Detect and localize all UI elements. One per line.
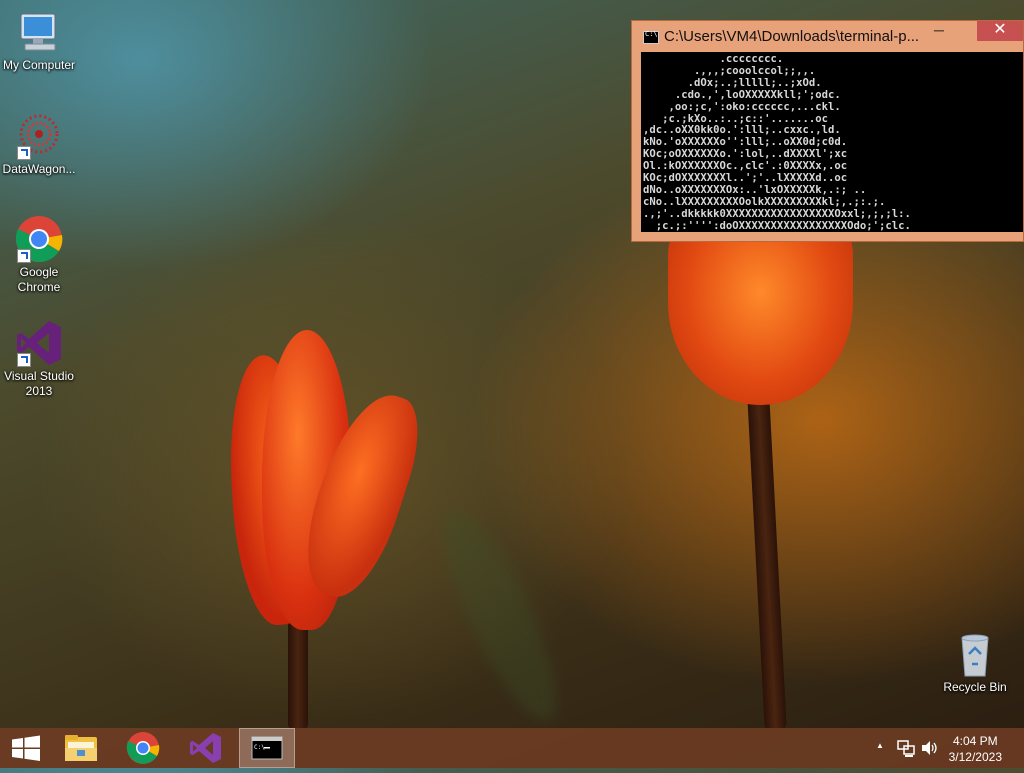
file-explorer-taskbar-button[interactable]	[53, 728, 109, 768]
network-tray-icon[interactable]	[895, 728, 917, 768]
taskbar-clock[interactable]: 4:04 PM 3/12/2023	[949, 733, 1002, 765]
recycle-bin-shortcut[interactable]: Recycle Bin	[936, 630, 1014, 695]
chrome-icon	[126, 732, 160, 764]
recycle-bin-icon	[951, 630, 999, 678]
wallpaper-leaf	[424, 498, 576, 732]
tulip-stem	[288, 620, 308, 730]
shortcut-arrow-icon	[17, 146, 31, 160]
visual-studio-shortcut[interactable]: Visual Studio 2013	[0, 319, 78, 399]
datawagon-shortcut[interactable]: DataWagon...	[0, 112, 78, 177]
console-icon: C:\	[251, 736, 283, 760]
folder-icon	[65, 735, 97, 761]
icon-label: My Computer	[2, 58, 76, 72]
datawagon-icon	[15, 112, 63, 160]
start-button[interactable]	[0, 728, 56, 768]
network-icon	[897, 740, 915, 757]
terminal-window[interactable]: C:\Users\VM4\Downloads\terminal-p... ─ ✕…	[631, 20, 1024, 242]
windows-logo-icon	[12, 735, 40, 761]
icon-label: Visual Studio 2013	[4, 369, 74, 398]
computer-icon	[15, 8, 63, 56]
window-title: C:\Users\VM4\Downloads\terminal-p...	[664, 28, 920, 45]
visual-studio-icon	[15, 319, 63, 367]
my-computer-shortcut[interactable]: My Computer	[0, 8, 78, 73]
speaker-icon	[922, 741, 937, 755]
svg-text:C:\: C:\	[254, 744, 265, 751]
command-prompt-taskbar-button[interactable]: C:\	[239, 728, 295, 768]
shortcut-arrow-icon	[17, 249, 31, 263]
clock-date: 3/12/2023	[948, 750, 1002, 764]
shortcut-arrow-icon	[17, 353, 31, 367]
chrome-icon	[15, 215, 63, 263]
icon-label: DataWagon...	[2, 162, 76, 176]
close-button[interactable]: ✕	[977, 21, 1023, 41]
chevron-up-icon: ▲	[876, 741, 884, 750]
ascii-art-output: .cccccccc. .,,,;cooolccol;;,,. .dOx;..;l…	[643, 53, 911, 232]
google-chrome-shortcut[interactable]: Google Chrome	[0, 215, 78, 295]
console-icon	[643, 30, 659, 44]
icon-label: Google Chrome	[17, 265, 61, 294]
visual-studio-taskbar-button[interactable]	[177, 728, 233, 768]
minimize-button[interactable]: ─	[923, 21, 955, 41]
clock-time: 4:04 PM	[952, 734, 998, 748]
visual-studio-icon	[190, 733, 221, 763]
console-output-area[interactable]: .cccccccc. .,,,;cooolccol;;,,. .dOx;..;l…	[641, 52, 1023, 232]
window-titlebar[interactable]: C:\Users\VM4\Downloads\terminal-p... ─ ✕	[632, 21, 1023, 52]
volume-tray-icon[interactable]	[919, 728, 941, 768]
tray-show-hidden-button[interactable]: ▲	[870, 728, 890, 768]
chrome-taskbar-button[interactable]	[115, 728, 171, 768]
icon-label: Recycle Bin	[943, 680, 1007, 694]
tulip-stem	[747, 394, 787, 731]
taskbar: C:\ ▲ 4:04 PM 3/12/2023	[0, 728, 1024, 768]
